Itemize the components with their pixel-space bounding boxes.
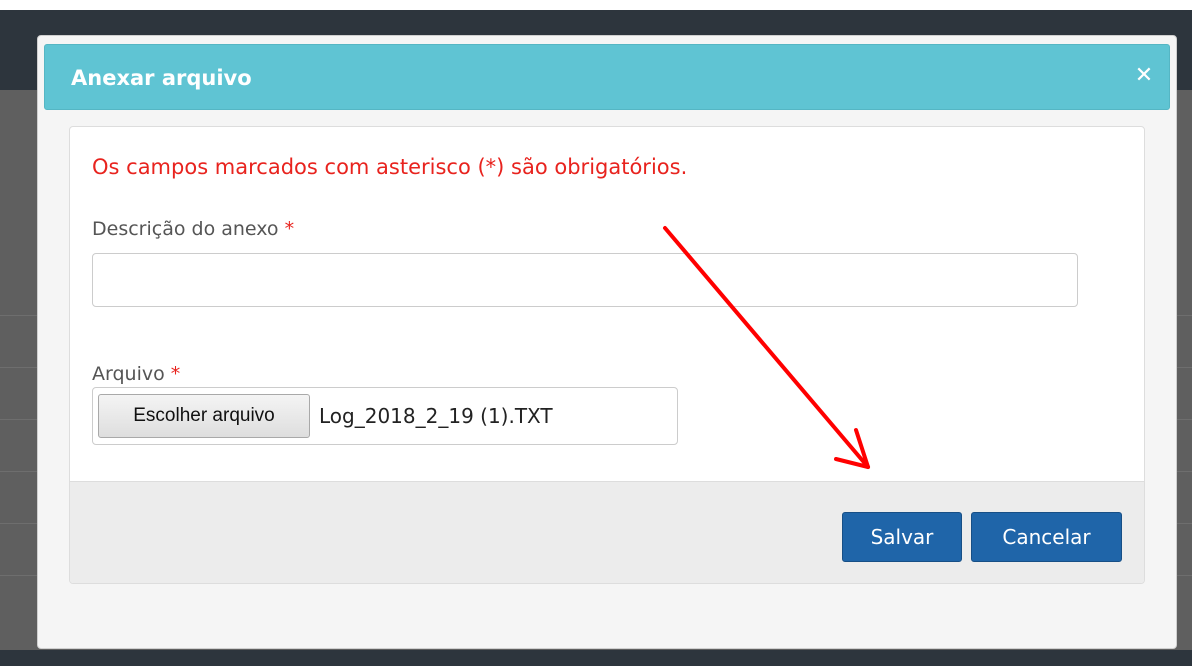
form-footer: Salvar Cancelar (70, 481, 1144, 583)
file-label: Arquivo * (92, 362, 180, 386)
required-asterisk: * (170, 363, 181, 385)
modal-header: Anexar arquivo ✕ (44, 44, 1170, 110)
description-label: Descrição do anexo * (92, 217, 294, 241)
save-button[interactable]: Salvar (842, 512, 962, 562)
required-fields-note: Os campos marcados com asterisco (*) são… (92, 155, 688, 179)
required-asterisk: * (284, 218, 295, 240)
backdrop-bottom-band (0, 650, 1192, 666)
form-panel: Os campos marcados com asterisco (*) são… (69, 126, 1145, 584)
close-icon[interactable]: ✕ (1131, 63, 1157, 89)
description-label-text: Descrição do anexo (92, 218, 279, 240)
attach-file-modal: Anexar arquivo ✕ Os campos marcados com … (37, 35, 1177, 649)
selected-file-name: Log_2018_2_19 (1).TXT (319, 404, 553, 428)
file-label-text: Arquivo (92, 363, 165, 385)
file-input: Escolher arquivo Log_2018_2_19 (1).TXT (92, 387, 678, 445)
modal-title: Anexar arquivo (71, 66, 252, 90)
choose-file-button[interactable]: Escolher arquivo (98, 394, 310, 438)
backdrop-top-strip (0, 0, 1192, 10)
description-input[interactable] (92, 253, 1078, 307)
cancel-button[interactable]: Cancelar (971, 512, 1122, 562)
